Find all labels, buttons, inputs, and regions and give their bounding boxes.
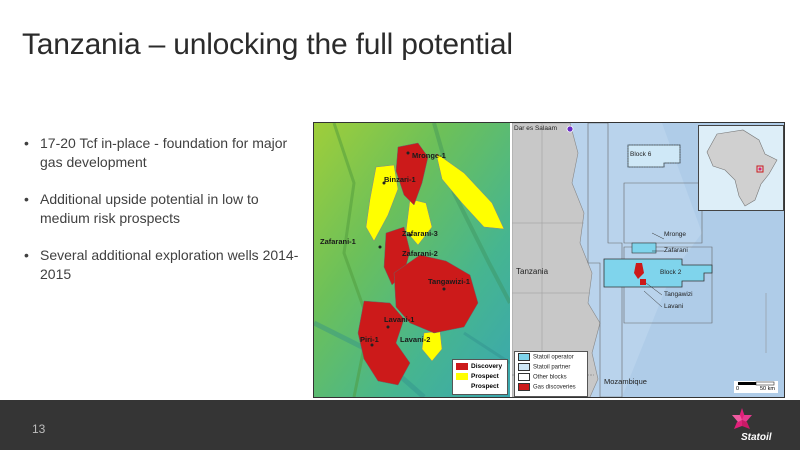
bullet-symbol: •: [24, 135, 29, 151]
legend-item-prospect: Prospect: [456, 382, 499, 391]
scale-bar: 0 50 km: [734, 381, 778, 393]
bullet-item: • 17-20 Tcf in-place - foundation for ma…: [22, 134, 302, 172]
legend-swatch: [518, 373, 530, 381]
map-label-mronge: Mronge: [664, 231, 687, 238]
legend-item-partner: Statoil partner: [518, 363, 570, 372]
map-label-zafarani: Zafarani: [664, 247, 688, 254]
map-label-tanzania: Tanzania: [516, 267, 549, 276]
bullet-text: 17-20 Tcf in-place - foundation for majo…: [40, 135, 288, 170]
africa-outline: [706, 129, 778, 207]
legend-swatch: [456, 362, 468, 370]
map-label-lavani: Lavani: [664, 303, 684, 310]
slide: Tanzania – unlocking the full potential …: [0, 0, 800, 450]
legend-swatch: [518, 363, 530, 371]
legend-item-prospect: Prospect: [456, 372, 499, 381]
map-label-tangawizi: Tangawizi-1: [428, 277, 470, 286]
legend-item-gas: Gas discoveries: [518, 383, 576, 392]
map-label-zafarani2: Zafarani-2: [402, 249, 438, 258]
prospect-map-legend: Discovery Prospect Prospect: [452, 359, 508, 395]
legend-item-discovery: Discovery: [456, 362, 502, 371]
prospect-map: Mronge-1 Binzari-1 Zafarani-3 Zafarani-1…: [314, 123, 510, 397]
legend-swatch: [456, 382, 468, 390]
bullet-text: Additional upside potential in low to me…: [40, 191, 259, 226]
bullet-text: Several additional exploration wells 201…: [40, 247, 299, 282]
map-label-lavani1: Lavani-1: [384, 315, 415, 324]
map-label-mozambique: Mozambique: [604, 377, 647, 386]
legend-item-other: Other blocks: [518, 373, 567, 382]
bullet-item: • Several additional exploration wells 2…: [22, 246, 302, 284]
slide-title: Tanzania – unlocking the full potential: [22, 28, 513, 61]
map-label-zafarani3: Zafarani-3: [402, 229, 438, 238]
legend-swatch: [456, 372, 468, 380]
page-number: 13: [32, 422, 46, 436]
map-label-binzari: Binzari-1: [384, 175, 416, 184]
africa-inset-map: [698, 125, 784, 211]
map-figure: Mronge-1 Binzari-1 Zafarani-3 Zafarani-1…: [313, 122, 785, 398]
map-label-block6: Block 6: [630, 151, 652, 158]
map-label-block2: Block 2: [660, 269, 682, 276]
map-label-lavani2: Lavani-2: [400, 335, 431, 344]
statoil-wordmark: Statoil: [741, 432, 772, 443]
block-map-legend: Statoil operator Statoil partner Other b…: [514, 351, 588, 397]
block-map: Dar es Salaam Block 6 Tanzania Mronge Za…: [512, 123, 784, 397]
map-label-mronge: Mronge-1: [412, 151, 446, 160]
scale-zero: 0: [736, 386, 740, 392]
bullet-symbol: •: [24, 191, 29, 207]
scale-fifty: 50 km: [760, 386, 775, 392]
map-label-piri: Piri-1: [360, 335, 379, 344]
map-label-zafarani1: Zafarani-1: [320, 237, 356, 246]
map-label-dar-es-salaam: Dar es Salaam: [514, 125, 557, 132]
legend-item-operator: Statoil operator: [518, 353, 574, 362]
legend-swatch: [518, 383, 530, 391]
bullet-item: • Additional upside potential in low to …: [22, 190, 302, 228]
footer-bar: 13 Statoil: [0, 400, 800, 450]
bullet-symbol: •: [24, 247, 29, 263]
map-label-tangawizi: Tangawizi: [664, 291, 693, 298]
legend-swatch: [518, 353, 530, 361]
bullet-list: • 17-20 Tcf in-place - foundation for ma…: [22, 134, 302, 302]
prospect-map-graphic: [314, 123, 510, 397]
